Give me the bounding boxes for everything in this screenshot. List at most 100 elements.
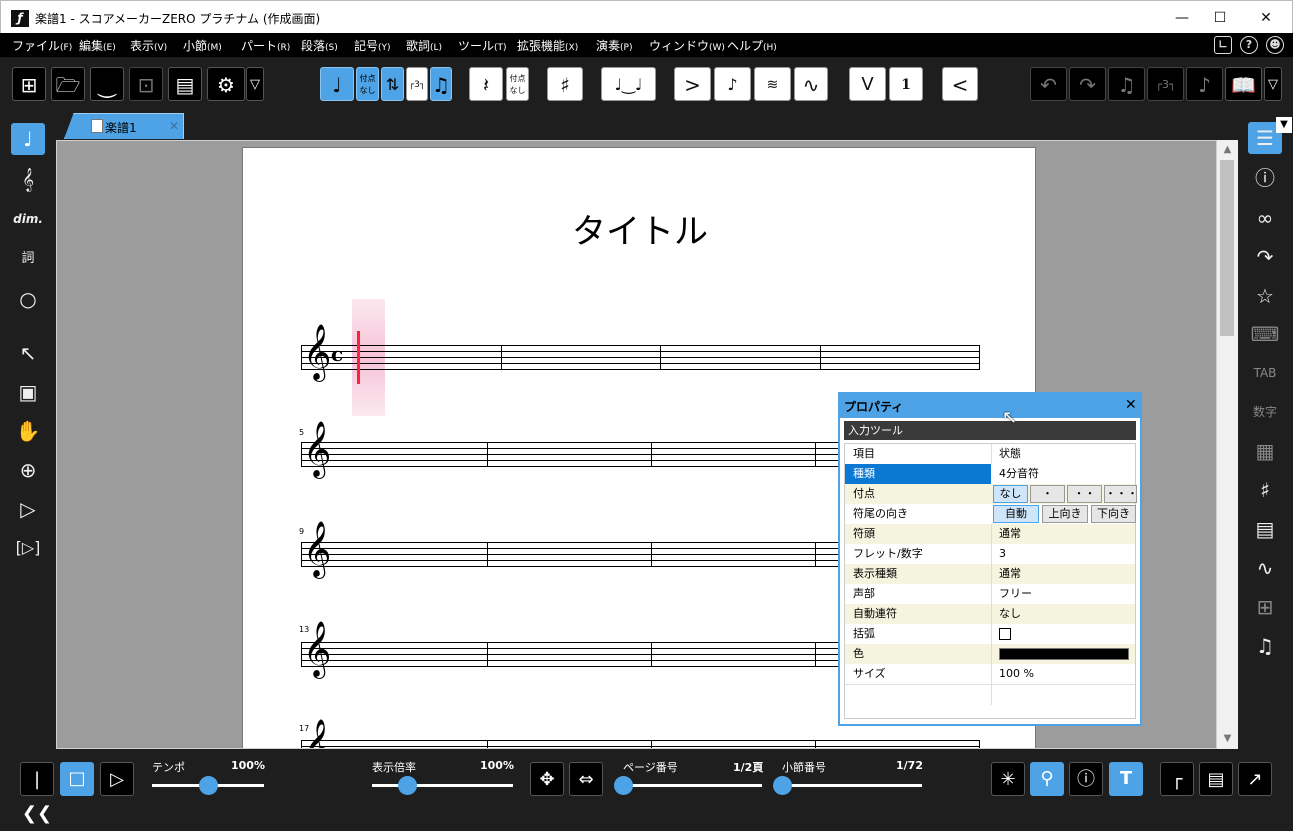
staff-system-5[interactable] xyxy=(301,740,980,748)
property-row-dot[interactable]: 付点 なし ・ ・・ ・・・ xyxy=(845,484,1138,504)
play-icon[interactable]: ▷ xyxy=(100,762,134,796)
guitar-icon[interactable]: ♫ xyxy=(1248,630,1282,662)
note-grey-icon[interactable]: ♪ xyxy=(1186,67,1223,101)
zoom-slider-track[interactable] xyxy=(372,784,513,787)
help-icon[interactable]: ? xyxy=(1240,36,1258,54)
stem-direction-icon[interactable]: ⇅ xyxy=(381,67,404,101)
property-row-notehead[interactable]: 符頭 通常 xyxy=(845,524,1135,544)
menu-tools[interactable]: ツール(T) xyxy=(458,37,507,54)
menu-lyrics[interactable]: 歌詞(L) xyxy=(406,37,442,54)
menu-view[interactable]: 表示(V) xyxy=(130,37,167,54)
book-icon[interactable]: 📖 xyxy=(1225,67,1262,101)
toolbar-dropdown-icon[interactable]: ▽ xyxy=(246,67,264,101)
properties-close-icon[interactable]: ✕ xyxy=(1125,397,1137,413)
menu-file[interactable]: ファイル(F) xyxy=(12,37,72,54)
piano-icon[interactable]: ▤ xyxy=(1248,513,1282,545)
number-score-icon[interactable]: 数字 xyxy=(1248,396,1282,428)
menu-symbol[interactable]: 記号(Y) xyxy=(354,37,391,54)
maximize-button[interactable]: ☐ xyxy=(1205,7,1235,29)
menu-play[interactable]: 演奏(P) xyxy=(596,37,632,54)
scroll-thumb[interactable] xyxy=(1220,160,1234,336)
page-slider-track[interactable] xyxy=(623,784,762,787)
preferences-gear-icon[interactable]: ⚙ xyxy=(207,67,245,101)
beamed-notes-icon[interactable]: ♫ xyxy=(430,67,452,101)
note-input-pencil-icon[interactable]: ♩ xyxy=(11,123,45,155)
dynamics-pencil-icon[interactable]: dim. xyxy=(11,203,45,235)
toolbar-right-dropdown-icon[interactable]: ▽ xyxy=(1264,67,1282,101)
score-view-icon[interactable]: ▤ xyxy=(1199,762,1233,796)
property-row-bracket[interactable]: 括弧 xyxy=(845,624,1135,644)
grace-note-icon[interactable]: ♪ xyxy=(714,67,751,101)
undo-icon[interactable]: ↶ xyxy=(1030,67,1067,101)
measure-split-icon[interactable]: ⊞ xyxy=(1248,591,1282,623)
page-slider-knob[interactable] xyxy=(614,776,633,795)
hand-icon[interactable]: ✋ xyxy=(11,415,45,447)
close-button[interactable]: ✕ xyxy=(1251,7,1281,29)
page-view-icon[interactable]: ┌ xyxy=(1160,762,1194,796)
rest-icon[interactable]: 𝄽 xyxy=(469,67,503,101)
zoom-slider-knob[interactable] xyxy=(398,776,418,795)
rewind-icon[interactable]: |❮❮ xyxy=(20,762,54,824)
quarter-note-icon[interactable]: ♩ xyxy=(320,67,354,101)
up-bow-icon[interactable]: V xyxy=(849,67,886,101)
property-row-type[interactable]: 種類 4分音符 xyxy=(845,464,1135,484)
properties-panel[interactable]: プロパティ ✕ 入力ツール 項目 状態 種類 4分音符 付点 なし ・ ・・ ・… xyxy=(838,392,1142,726)
zoom-icon[interactable]: ⊕ xyxy=(11,454,45,486)
text-tool-icon[interactable]: T xyxy=(1109,762,1143,796)
menu-help[interactable]: ヘルプ(H) xyxy=(727,37,777,54)
alert-icon[interactable]: ⓘ xyxy=(1069,762,1103,796)
play-from-icon[interactable]: ▷ xyxy=(11,493,45,525)
new-score-icon[interactable]: ⊞ xyxy=(12,67,46,101)
scroll-up-icon[interactable]: ▲ xyxy=(1217,144,1238,155)
spark-icon[interactable]: ✳ xyxy=(991,762,1025,796)
lyrics-tool-icon[interactable]: 詞 xyxy=(11,243,45,275)
crescendo-icon[interactable]: < xyxy=(942,67,978,101)
rest-dot-none-button[interactable]: 付点 なし xyxy=(506,67,529,101)
vertical-scrollbar[interactable]: ▲ ▼ xyxy=(1217,140,1238,749)
redo-icon[interactable]: ↷ xyxy=(1069,67,1106,101)
graph-icon[interactable]: ∿ xyxy=(1248,552,1282,584)
tuplet-button[interactable]: ┌3┐ xyxy=(406,67,428,101)
play-range-icon[interactable]: [▷] xyxy=(11,532,45,564)
info-icon[interactable]: ⓘ xyxy=(1248,162,1282,194)
tie-icon[interactable]: ♩‿♩ xyxy=(601,67,656,101)
sharp-icon[interactable]: ♯ xyxy=(547,67,583,101)
score-layout-icon[interactable]: ▦ xyxy=(1248,435,1282,467)
property-row-size[interactable]: サイズ 100 % xyxy=(845,664,1135,684)
tuplet-grey-icon[interactable]: ┌3┐ xyxy=(1147,67,1184,101)
stop-icon[interactable]: □ xyxy=(60,762,94,796)
menu-measure[interactable]: 小節(M) xyxy=(183,37,222,54)
trill-icon[interactable]: ≋ xyxy=(754,67,791,101)
color-swatch[interactable] xyxy=(999,648,1129,660)
property-row-auto-tuplet[interactable]: 自動連符 なし xyxy=(845,604,1135,624)
menu-paragraph[interactable]: 段落(S) xyxy=(301,37,338,54)
search-clear-icon[interactable]: ⚲ xyxy=(1030,762,1064,796)
star-icon[interactable]: ☆ xyxy=(1248,280,1282,312)
share-arrow-icon[interactable]: ↷ xyxy=(1248,241,1282,273)
manual-icon[interactable]: ∟ xyxy=(1214,36,1232,54)
property-row-voice[interactable]: 声部 フリー xyxy=(845,584,1135,604)
scroll-down-icon[interactable]: ▼ xyxy=(1217,733,1238,744)
mixer-icon[interactable]: ♯ xyxy=(1248,474,1282,506)
tempo-slider-knob[interactable] xyxy=(199,776,218,795)
clef-pencil-icon[interactable]: 𝄞 xyxy=(11,163,45,195)
shape-tool-icon[interactable]: ○ xyxy=(11,283,45,315)
tab-score-icon[interactable]: TAB xyxy=(1248,357,1282,389)
user-icon[interactable]: ☻ xyxy=(1266,36,1284,54)
menu-window[interactable]: ウィンドウ(W) xyxy=(649,37,725,54)
property-row-color[interactable]: 色 xyxy=(845,644,1135,664)
keyboard-icon[interactable]: ⌨ xyxy=(1248,318,1282,350)
menu-part[interactable]: パート(R) xyxy=(241,37,290,54)
measure-slider-knob[interactable] xyxy=(773,776,792,795)
playback-note-icon[interactable]: ♫ xyxy=(1108,67,1145,101)
eraser-icon[interactable]: ▣ xyxy=(11,376,45,408)
score-title[interactable]: タイトル xyxy=(243,204,1037,253)
fit-width-icon[interactable]: ⇔ xyxy=(569,762,603,796)
property-row-fret[interactable]: フレット/数字 3 xyxy=(845,544,1135,564)
tab-score1[interactable]: 楽譜1 ✕ xyxy=(64,113,184,139)
property-row-stem[interactable]: 符尾の向き 自動 上向き 下向き xyxy=(845,504,1136,524)
stem-auto-option[interactable]: 自動 xyxy=(993,505,1039,523)
stem-down-option[interactable]: 下向き xyxy=(1091,505,1136,523)
staff-system-1[interactable] xyxy=(301,345,980,370)
tab-close-icon[interactable]: ✕ xyxy=(169,119,179,133)
